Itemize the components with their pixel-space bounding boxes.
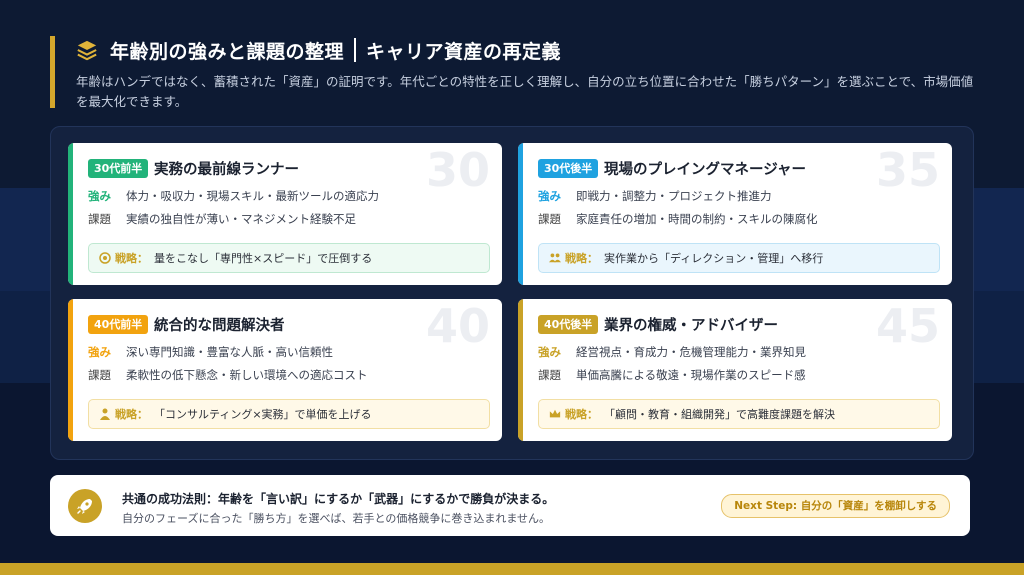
issue-label: 課題 bbox=[88, 212, 111, 226]
card-number: 45 bbox=[875, 299, 940, 353]
page-title: 年齢別の強みと課題の整理 キャリア資産の再定義 bbox=[110, 36, 561, 64]
strategy-box: 戦略： 実作業から「ディレクション・管理」へ移行 bbox=[538, 243, 940, 273]
issue-row: 課題 柔軟性の低下懸念・新しい環境への適応コスト bbox=[88, 367, 368, 383]
strength-label: 強み bbox=[88, 189, 111, 203]
issue-row: 課題 実績の独自性が薄い・マネジメント経験不足 bbox=[88, 211, 356, 227]
strength-row: 強み 即戦力・調整力・プロジェクト推進力 bbox=[538, 188, 772, 204]
bottom-accent-bar bbox=[0, 563, 1024, 575]
age-badge: 30代後半 bbox=[538, 159, 599, 178]
footer-card: 共通の成功法則：年齢を「言い訳」にするか「武器」にするかで勝負が決まる。 自分の… bbox=[50, 475, 970, 536]
strength-label: 強み bbox=[88, 345, 111, 359]
issue-row: 課題 単価高騰による敬遠・現場作業のスピード感 bbox=[538, 367, 806, 383]
age-badge: 40代前半 bbox=[88, 315, 149, 334]
card-title: 業界の権威・アドバイザー bbox=[604, 318, 778, 334]
strength-text: 即戦力・調整力・プロジェクト推進力 bbox=[576, 189, 772, 203]
card-title: 統合的な問題解決者 bbox=[154, 318, 285, 334]
card-30s-late: 35 30代後半 現場のプレイングマネージャー 強み 即戦力・調整力・プロジェクト… bbox=[518, 143, 952, 285]
strategy-text: 「顧問・教育・組織開発」で高難度課題を解決 bbox=[604, 408, 835, 421]
card-number: 30 bbox=[425, 143, 490, 197]
issue-text: 柔軟性の低下懸念・新しい環境への適応コスト bbox=[126, 368, 368, 382]
age-badge: 30代前半 bbox=[88, 159, 149, 178]
strategy-label: 戦略： bbox=[565, 408, 598, 421]
issue-text: 家庭責任の増加・時間の制約・スキルの陳腐化 bbox=[576, 212, 818, 226]
layers-icon bbox=[77, 40, 97, 61]
strategy-box: 戦略： 「顧問・教育・組織開発」で高難度課題を解決 bbox=[538, 399, 940, 429]
card-edge bbox=[518, 143, 523, 285]
issue-label: 課題 bbox=[538, 368, 561, 382]
card-edge bbox=[68, 299, 73, 441]
title-separator bbox=[354, 38, 357, 62]
target-icon bbox=[99, 252, 111, 264]
crown-icon bbox=[549, 409, 561, 418]
strategy-label: 戦略： bbox=[115, 408, 148, 421]
strategy-text: 量をこなし「専門性×スピード」で圧倒する bbox=[154, 252, 373, 265]
page-title-main: 年齢別の強みと課題の整理 bbox=[110, 40, 345, 63]
issue-label: 課題 bbox=[88, 368, 111, 382]
strength-label: 強み bbox=[538, 189, 561, 203]
page-subtitle: 年齢はハンデではなく、蓄積された「資産」の証明です。年代ごとの特性を正しく理解し… bbox=[76, 74, 974, 109]
strength-text: 深い専門知識・豊富な人脈・高い信頼性 bbox=[126, 345, 333, 359]
issue-label: 課題 bbox=[538, 212, 561, 226]
card-title: 実務の最前線ランナー bbox=[154, 162, 299, 178]
card-number: 35 bbox=[875, 143, 940, 197]
issue-text: 単価高騰による敬遠・現場作業のスピード感 bbox=[576, 368, 806, 382]
header-accent-bar bbox=[50, 36, 55, 108]
strategy-label: 戦略： bbox=[565, 252, 598, 265]
issue-text: 実績の独自性が薄い・マネジメント経験不足 bbox=[126, 212, 356, 226]
strength-label: 強み bbox=[538, 345, 561, 359]
card-edge bbox=[518, 299, 523, 441]
card-edge bbox=[68, 143, 73, 285]
strategy-label: 戦略： bbox=[115, 252, 148, 265]
card-30s-early: 30 30代前半 実務の最前線ランナー 強み 体力・吸収力・現場スキル・最新ツール… bbox=[68, 143, 502, 285]
card-title: 現場のプレイングマネージャー bbox=[604, 162, 806, 178]
person-icon bbox=[100, 408, 110, 420]
card-40s-late: 45 40代後半 業界の権威・アドバイザー 強み 経営視点・育成力・危機管理能力・… bbox=[518, 299, 952, 441]
users-icon bbox=[549, 253, 561, 263]
issue-row: 課題 家庭責任の増加・時間の制約・スキルの陳腐化 bbox=[538, 211, 818, 227]
footer-headline: 共通の成功法則：年齢を「言い訳」にするか「武器」にするかで勝負が決まる。 bbox=[122, 492, 555, 506]
strength-row: 強み 深い専門知識・豊富な人脈・高い信頼性 bbox=[88, 344, 333, 360]
strength-row: 強み 体力・吸収力・現場スキル・最新ツールの適応力 bbox=[88, 188, 379, 204]
strategy-box: 戦略： 量をこなし「専門性×スピード」で圧倒する bbox=[88, 243, 490, 273]
strategy-text: 実作業から「ディレクション・管理」へ移行 bbox=[604, 252, 824, 265]
rocket-icon bbox=[68, 489, 102, 523]
next-step-badge: Next Step: 自分の「資産」を棚卸しする bbox=[721, 494, 950, 518]
age-badge: 40代後半 bbox=[538, 315, 599, 334]
strength-text: 体力・吸収力・現場スキル・最新ツールの適応力 bbox=[126, 189, 379, 203]
footer-subtext: 自分のフェーズに合った「勝ち方」を選べば、若手との価格競争に巻き込まれません。 bbox=[122, 512, 551, 525]
strategy-box: 戦略： 「コンサルティング×実務」で単価を上げる bbox=[88, 399, 490, 429]
strength-row: 強み 経営視点・育成力・危機管理能力・業界知見 bbox=[538, 344, 806, 360]
strength-text: 経営視点・育成力・危機管理能力・業界知見 bbox=[576, 345, 806, 359]
card-40s-early: 40 40代前半 統合的な問題解決者 強み 深い専門知識・豊富な人脈・高い信頼性 … bbox=[68, 299, 502, 441]
strategy-text: 「コンサルティング×実務」で単価を上げる bbox=[154, 408, 372, 421]
page-title-sub: キャリア資産の再定義 bbox=[366, 40, 562, 63]
card-number: 40 bbox=[425, 299, 490, 353]
